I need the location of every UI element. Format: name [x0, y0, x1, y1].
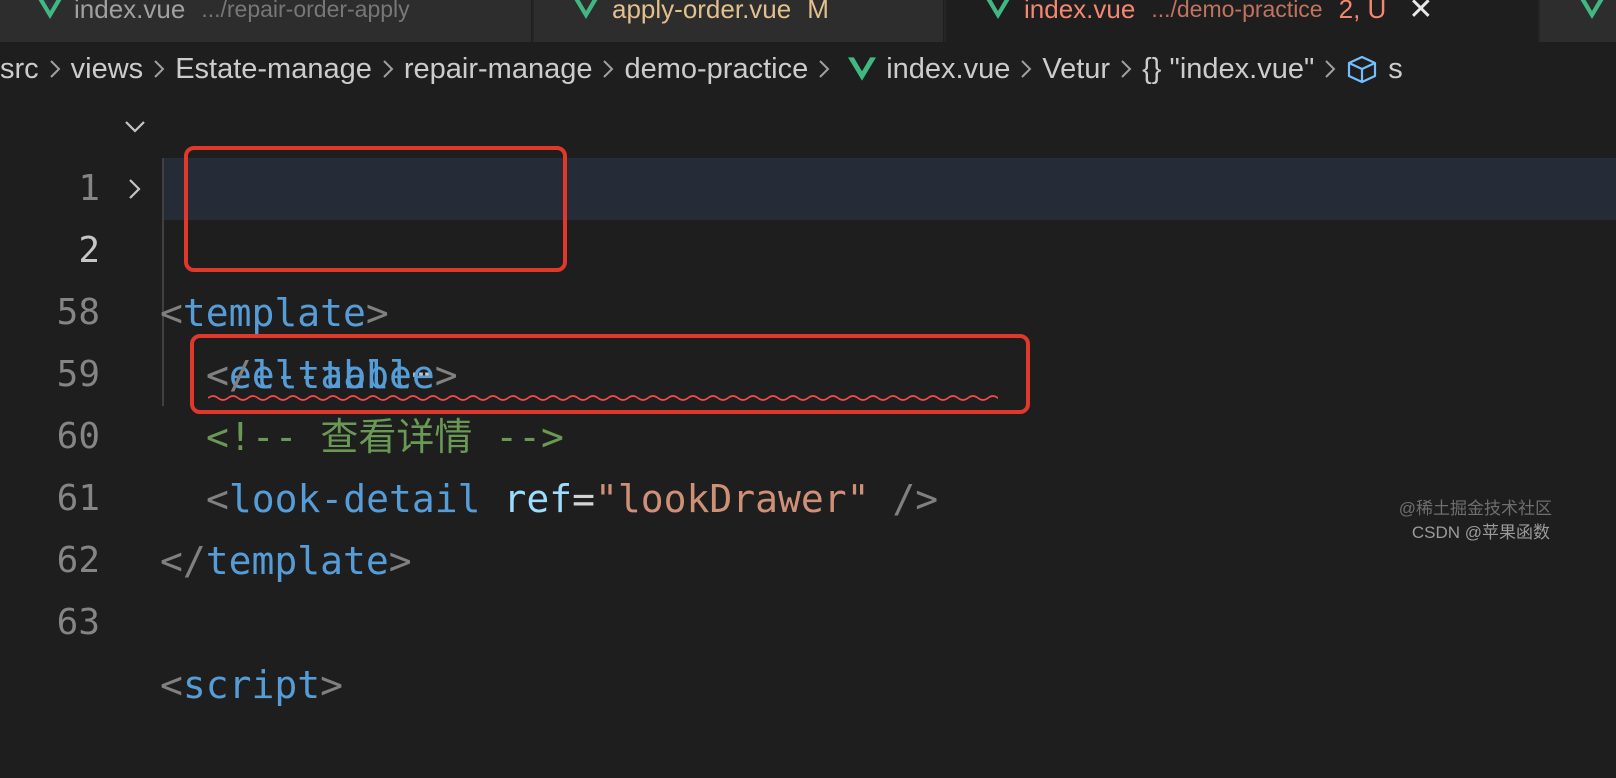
- chevron-right-icon: [818, 59, 830, 79]
- code-line: 61 </template>: [0, 406, 1616, 583]
- close-tab-icon[interactable]: ✕: [1408, 0, 1433, 27]
- breadcrumb-views[interactable]: views: [71, 53, 144, 86]
- tab-overflow[interactable]: [1540, 0, 1616, 42]
- vue-file-icon: [1580, 0, 1604, 19]
- breadcrumb-estate-manage[interactable]: Estate-manage: [175, 53, 372, 86]
- problems-badge: 2, U: [1338, 0, 1387, 24]
- cube-icon: [1346, 54, 1378, 84]
- chevron-down-icon[interactable]: [120, 96, 150, 158]
- breadcrumb-symbol-json[interactable]: {} "index.vue": [1142, 53, 1314, 86]
- tab-label: index.vue: [1024, 0, 1136, 24]
- breadcrumb-src[interactable]: src: [0, 53, 39, 86]
- highlight-box-look-detail: [190, 334, 1030, 414]
- breadcrumb: src views Estate-manage repair-manage de…: [0, 42, 1616, 96]
- modified-badge: M: [807, 0, 829, 24]
- code-line: 63 <script>: [0, 530, 1616, 707]
- chevron-right-icon: [153, 59, 165, 79]
- breadcrumb-symbol[interactable]: s: [1388, 53, 1403, 86]
- breadcrumb-repair-manage[interactable]: repair-manage: [404, 53, 593, 86]
- tab-index-vue-demo-practice[interactable]: index.vue .../demo-practice 2, U ✕: [946, 0, 1538, 42]
- chevron-right-icon: [602, 59, 614, 79]
- highlight-box-el-table: [184, 146, 567, 272]
- chevron-right-icon: [382, 59, 394, 79]
- line-number: 63: [56, 602, 100, 643]
- vue-file-icon: [38, 0, 62, 19]
- watermark-csdn: CSDN @苹果函数: [1411, 523, 1550, 542]
- tab-label: index.vue: [74, 0, 186, 24]
- tab-index-vue-repair-order-apply[interactable]: index.vue .../repair-order-apply: [0, 0, 532, 42]
- watermark-juejin: @稀土掘金技术社区: [1398, 499, 1552, 518]
- code-text: <script>: [160, 663, 344, 707]
- chevron-right-icon: [1120, 59, 1132, 79]
- tab-label: apply-order.vue: [612, 0, 792, 24]
- breadcrumb-vue-icon: [848, 57, 877, 81]
- chevron-right-icon[interactable]: [120, 158, 150, 220]
- vue-file-icon: [986, 0, 1010, 19]
- chevron-right-icon: [1324, 59, 1336, 79]
- editor-tab-bar: index.vue .../repair-order-apply apply-o…: [0, 0, 1616, 42]
- breadcrumb-file[interactable]: index.vue: [886, 53, 1010, 86]
- code-line: 62: [0, 468, 1616, 581]
- chevron-right-icon: [49, 59, 61, 79]
- chevron-right-icon: [1020, 59, 1032, 79]
- breadcrumb-vetur[interactable]: Vetur: [1042, 53, 1110, 86]
- tab-path: .../demo-practice: [1151, 0, 1323, 22]
- vue-file-icon: [574, 0, 598, 19]
- code-editor[interactable]: 1 <template> 2 <el-table⋯ 58 </el-table>…: [0, 96, 1616, 707]
- breadcrumb-demo-practice[interactable]: demo-practice: [624, 53, 808, 86]
- tab-apply-order-vue[interactable]: apply-order.vue M: [534, 0, 944, 42]
- tab-path: .../repair-order-apply: [201, 0, 410, 22]
